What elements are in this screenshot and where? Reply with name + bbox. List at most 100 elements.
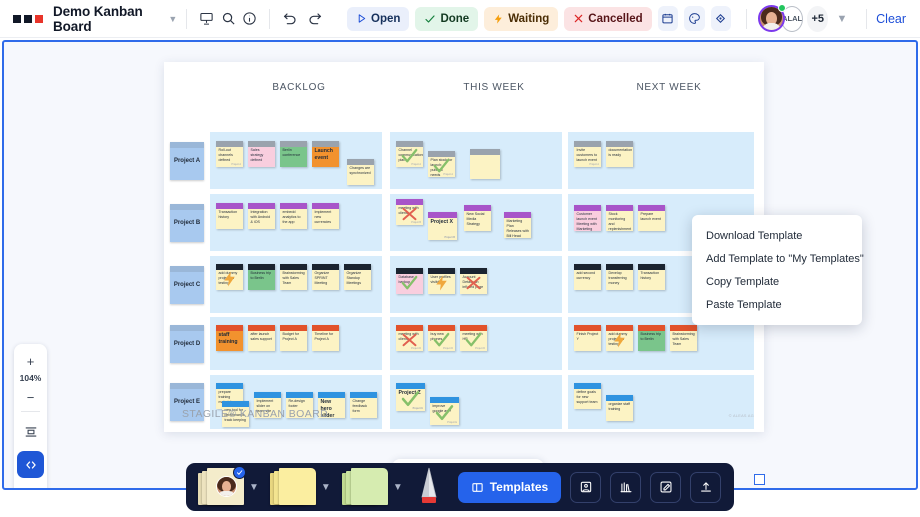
sticky-note[interactable]: improve google api? Project E xyxy=(430,397,459,425)
sticky-note-text: Develop transferring money xyxy=(608,271,627,285)
collaborator-overflow-count[interactable]: +5 xyxy=(807,5,829,32)
status-filter-cancelled[interactable]: Cancelled xyxy=(564,6,652,31)
sticky-note[interactable]: meeting with clients Project B xyxy=(396,199,423,225)
calendar-icon[interactable] xyxy=(657,6,679,31)
sticky-stack-yellow[interactable] xyxy=(269,468,318,506)
library-icon[interactable] xyxy=(610,471,642,503)
swimlane-label-project-c[interactable]: Project C xyxy=(170,265,204,304)
swimlane-label-project-b[interactable]: Project B xyxy=(170,203,204,242)
kanban-board-sheet[interactable]: BACKLOG THIS WEEK NEXT WEEK Project A Pro… xyxy=(164,62,764,432)
avatar[interactable] xyxy=(758,4,787,32)
swimlane-label-project-d[interactable]: Project D xyxy=(170,324,204,363)
sticky-note[interactable]: after launch sales support xyxy=(248,325,275,351)
menu-item-paste-template[interactable]: Paste Template xyxy=(692,293,862,316)
sticky-stack-cream[interactable] xyxy=(198,466,246,506)
sticky-note[interactable]: embedd analytics to the app xyxy=(280,203,307,229)
present-icon[interactable] xyxy=(196,6,217,32)
sticky-note-header xyxy=(430,397,459,403)
board-canvas[interactable]: BACKLOG THIS WEEK NEXT WEEK Project A Pro… xyxy=(2,40,918,490)
sticky-note[interactable]: Plan stock for launch: publical needs Pro… xyxy=(428,151,455,177)
sticky-note[interactable]: meeting with clients Project D xyxy=(396,325,423,351)
selection-resize-handle[interactable] xyxy=(754,474,765,485)
sticky-note[interactable]: documentation is ready xyxy=(606,141,633,167)
sticky-note[interactable]: meeting with HR Project D xyxy=(460,325,487,351)
sticky-note[interactable]: Prepare launch event xyxy=(638,205,665,231)
sticky-note[interactable]: Integration with Android & iOS xyxy=(248,203,275,229)
swimlane-label-project-a[interactable]: Project A xyxy=(170,141,204,180)
sticky-note[interactable]: Account Details on inflated page xyxy=(460,268,487,294)
sticky-note-header xyxy=(574,205,601,211)
sticky-note[interactable]: staff training xyxy=(216,325,243,351)
zoom-out-button[interactable]: − xyxy=(14,386,47,408)
templates-button[interactable]: Templates xyxy=(457,471,562,503)
map-icon[interactable] xyxy=(17,484,44,488)
chevron-down-icon[interactable]: ▼ xyxy=(168,14,177,24)
sticky-cream-chevron-down-icon[interactable]: ▼ xyxy=(249,482,259,493)
sticky-note[interactable]: buy new phones Project D xyxy=(428,325,455,351)
sticky-note[interactable]: Implement new currencies xyxy=(312,203,339,229)
sticky-note[interactable]: Transaction history xyxy=(216,203,243,229)
sticky-yellow-chevron-down-icon[interactable]: ▼ xyxy=(321,482,331,493)
sticky-note[interactable]: Changes are synchronized xyxy=(347,159,374,185)
status-filter-done[interactable]: Done xyxy=(415,6,479,31)
menu-item-add-template[interactable]: Add Template to "My Templates" xyxy=(692,247,864,270)
undo-icon[interactable] xyxy=(279,6,300,32)
status-filter-waiting[interactable]: Waiting xyxy=(484,6,559,31)
sticky-stack-green[interactable] xyxy=(341,468,390,506)
sticky-note[interactable]: Project Z Project E xyxy=(396,383,425,411)
sticky-green-chevron-down-icon[interactable]: ▼ xyxy=(393,482,403,493)
frame-icon[interactable] xyxy=(17,451,44,478)
edit-icon[interactable] xyxy=(650,471,682,503)
sticky-note[interactable]: New Social Media Strategy xyxy=(464,205,491,231)
sticky-note[interactable]: Marketing Plan Releases with Bill Head xyxy=(504,212,531,238)
sticky-note[interactable]: Project X Project B xyxy=(428,212,457,240)
sticky-note[interactable]: add second currency xyxy=(574,264,601,290)
sticky-note[interactable]: Develop transferring money xyxy=(606,264,633,290)
sticky-note[interactable]: Timeline for Project A xyxy=(312,325,339,351)
sticky-note[interactable]: Organize SPRINT Meeting xyxy=(312,264,339,290)
status-filter-open[interactable]: Open xyxy=(347,6,410,31)
sticky-note-header xyxy=(286,392,313,398)
info-icon[interactable] xyxy=(239,6,260,32)
sticky-note-text: Changes are synchronized xyxy=(349,166,371,175)
menu-item-download-template[interactable]: Download Template xyxy=(692,224,862,247)
sticky-note[interactable] xyxy=(470,149,500,179)
sticky-note[interactable]: define goals for new support team xyxy=(574,383,601,409)
sticky-note[interactable]: Budget for Project A xyxy=(280,325,307,351)
zoom-in-button[interactable]: + xyxy=(14,350,47,372)
sticky-note[interactable]: Organize Standup Meetings xyxy=(344,264,371,290)
status-filter-done-label: Done xyxy=(440,12,470,25)
sticky-note[interactable]: Brainstorming with Sales Team xyxy=(670,325,697,351)
sticky-note[interactable]: Brainstorming with Sales Team xyxy=(280,264,307,290)
sticky-note[interactable]: Transaction history xyxy=(638,264,665,290)
palette-icon[interactable] xyxy=(684,6,705,31)
sticky-note[interactable]: Roll-out channels defined Project A xyxy=(216,141,243,167)
sticky-note[interactable]: Business trip to Berlin xyxy=(638,325,665,351)
sticky-note-header xyxy=(670,325,697,331)
sticky-note[interactable]: Change feedback form xyxy=(350,392,377,418)
sticky-note[interactable]: organize staff training xyxy=(606,395,633,421)
sticky-note[interactable]: Business trip to Berlin xyxy=(248,264,275,290)
sticky-note[interactable]: Stock monitoring and replenishment xyxy=(606,205,633,231)
sticky-note[interactable]: Customer launch event Meeting with Marke… xyxy=(574,205,601,231)
search-icon[interactable] xyxy=(217,6,238,32)
sticky-note[interactable]: Invite customers to launch event Project … xyxy=(574,141,601,167)
sticky-note[interactable]: Database backup xyxy=(396,268,423,294)
sticky-note[interactable]: Berlin conference xyxy=(280,141,307,167)
sticky-note[interactable]: Sales strategy defined xyxy=(248,141,275,167)
redo-icon[interactable] xyxy=(304,6,325,32)
sticky-note[interactable]: add dummy project for testing xyxy=(216,264,243,290)
sticky-note[interactable]: Launch event xyxy=(312,141,339,167)
clear-button[interactable]: Clear xyxy=(876,12,906,26)
presence-chevron-down-icon[interactable]: ▼ xyxy=(836,13,847,25)
pen-tool[interactable] xyxy=(416,467,442,507)
diamond-icon[interactable] xyxy=(710,6,732,31)
sticky-note[interactable]: Channel communications plan Project A xyxy=(396,141,423,167)
sticky-note[interactable]: Finish Project Y xyxy=(574,325,601,351)
menu-item-copy-template[interactable]: Copy Template xyxy=(692,270,862,293)
fit-to-screen-icon[interactable] xyxy=(17,418,44,445)
sticky-note[interactable]: User profiles visible xyxy=(428,268,455,294)
sticky-note[interactable]: add dummy project for testing xyxy=(606,325,633,351)
image-icon[interactable] xyxy=(570,471,602,503)
upload-icon[interactable] xyxy=(690,471,722,503)
